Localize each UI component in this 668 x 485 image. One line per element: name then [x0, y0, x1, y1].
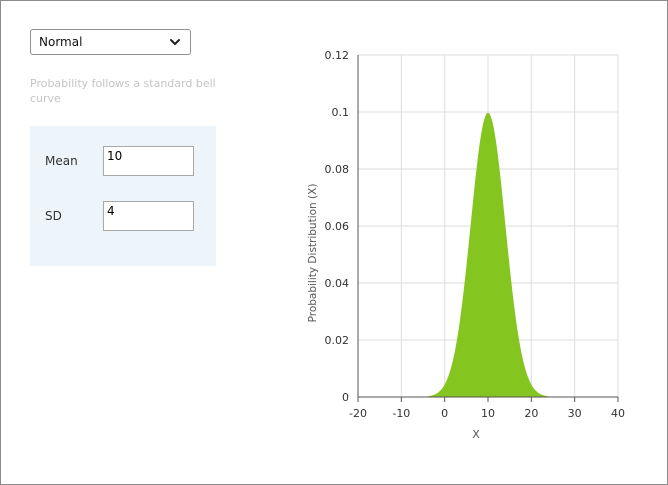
- distribution-select[interactable]: Normal: [30, 29, 191, 55]
- mean-label: Mean: [45, 154, 78, 168]
- x-tick-label: 20: [524, 407, 538, 420]
- series-area: [358, 112, 618, 397]
- y-tick-label: 0.04: [325, 277, 350, 290]
- sd-input[interactable]: 4: [103, 201, 194, 231]
- distribution-select-value: Normal: [39, 35, 83, 49]
- window-frame: Normal Probability follows a standard be…: [0, 0, 668, 485]
- probability-chart: -20 -10 0 10 20 30 4000.020.040.060.080.10.12 …: [307, 49, 625, 441]
- sd-label: SD: [45, 209, 62, 223]
- x-tick-label: -20: [349, 407, 367, 420]
- x-tick-label: 30: [568, 407, 582, 420]
- y-tick-label: 0: [342, 391, 349, 404]
- x-tick-label: -10: [392, 407, 410, 420]
- distribution-description: Probability follows a standard bell curv…: [30, 77, 216, 105]
- parameters-panel: Mean 10 SD 4: [30, 126, 216, 266]
- y-tick-label: 0.08: [325, 163, 350, 176]
- y-tick-label: 0.06: [325, 220, 350, 233]
- mean-input[interactable]: 10: [103, 146, 194, 176]
- y-tick-label: 0.1: [332, 106, 350, 119]
- y-axis-label: Probability Distribution (X): [307, 184, 319, 323]
- x-tick-label: 40: [611, 407, 625, 420]
- y-tick-label: 0.02: [325, 334, 350, 347]
- y-tick-label: 0.12: [325, 49, 350, 62]
- x-tick-label: 10: [481, 407, 495, 420]
- x-tick-label: 0: [441, 407, 448, 420]
- chart-series: [358, 112, 618, 397]
- chevron-down-icon: [170, 39, 180, 45]
- x-axis-label: X: [472, 428, 480, 441]
